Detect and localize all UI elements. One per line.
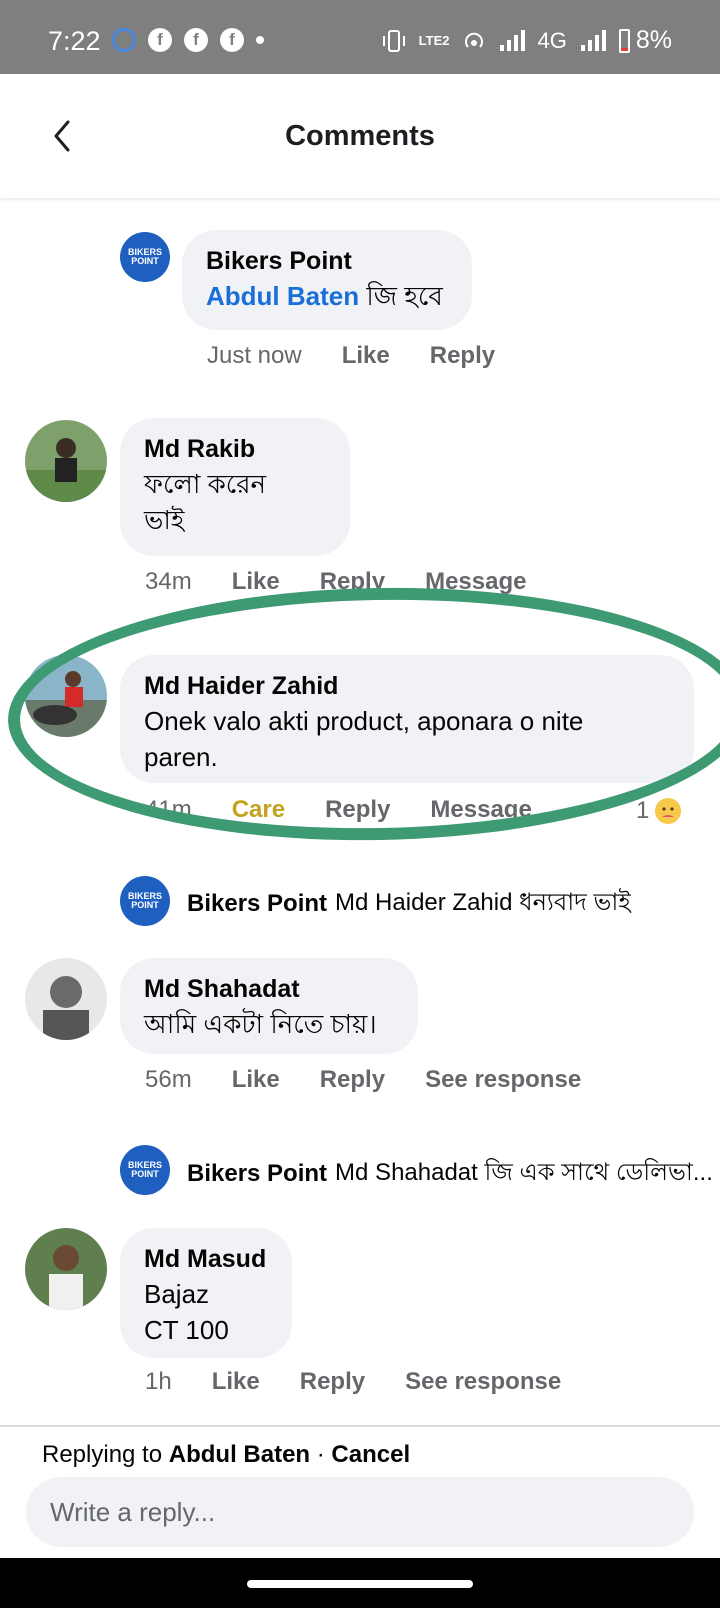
bikers-point-avatar[interactable]: BIKERS POINT [120, 876, 170, 926]
message-button[interactable]: Message [425, 568, 526, 596]
hotspot-icon [464, 32, 483, 48]
home-gesture-handle[interactable] [247, 1580, 473, 1588]
bikers-point-avatar[interactable]: BIKERS POINT [120, 1145, 170, 1195]
lte-label: LTE2 [418, 33, 450, 48]
profile-photo-icon [25, 655, 107, 737]
facebook-notification-icon: f [148, 28, 172, 52]
avatar[interactable] [25, 958, 107, 1040]
reply-button[interactable]: Reply [325, 796, 390, 824]
mention-link[interactable]: Abdul Baten [206, 281, 359, 311]
reply-composer: Replying to Abdul Baten · Cancel [0, 1425, 720, 1558]
cancel-reply-button[interactable]: Cancel [331, 1441, 410, 1468]
comment-text: আমি একটা নিতে চায়। [144, 1009, 377, 1039]
profile-photo-icon [25, 420, 107, 502]
comment-bubble[interactable]: Md Rakib ফলো করেন ভাই [120, 418, 350, 556]
like-button[interactable]: Like [232, 1066, 280, 1094]
comment-text: CT 100 [144, 1315, 229, 1345]
reply-text: Md Shahadat জি এক সাথে ডেলিভা... [335, 1159, 713, 1186]
replying-prefix: Replying to [42, 1441, 163, 1468]
comment-author[interactable]: Md Shahadat [144, 972, 394, 1006]
status-time: 7:22 [48, 26, 101, 56]
profile-photo-icon [25, 1228, 107, 1310]
signal-icon [499, 29, 525, 51]
battery-icon [618, 28, 630, 53]
sync-icon [112, 28, 136, 52]
facebook-notification-icon: f [220, 28, 244, 52]
status-bar: 7:22 f f f LTE2 4G 8% [0, 0, 720, 74]
comment-time: 1h [145, 1368, 172, 1395]
avatar[interactable] [25, 655, 107, 737]
notification-icons: f f f [112, 28, 264, 52]
care-reaction-button[interactable]: Care [232, 796, 285, 824]
care-emoji-icon [655, 798, 682, 824]
comment-author[interactable]: Md Rakib [144, 432, 326, 466]
comment-author[interactable]: Md Masud [144, 1242, 268, 1276]
comment-bubble[interactable]: Md Shahadat আমি একটা নিতে চায়। [120, 958, 418, 1054]
comment-body: জি হবে [366, 281, 443, 311]
avatar[interactable] [25, 420, 107, 502]
reply-preview[interactable]: Bikers Point Md Haider Zahid ধন্যবাদ ভাই [187, 884, 631, 924]
facebook-notification-icon: f [184, 28, 208, 52]
comment-text: Onek valo akti product, aponara o nite [144, 706, 584, 736]
reply-preview[interactable]: Bikers Point Md Shahadat জি এক সাথে ডেলি… [187, 1154, 713, 1194]
comment-actions: Just now Like Reply [207, 342, 535, 370]
reply-author[interactable]: Bikers Point [187, 890, 327, 918]
like-button[interactable]: Like [232, 568, 280, 596]
comment-time: 34m [145, 568, 192, 595]
replying-to-label: Replying to Abdul Baten · Cancel [42, 1441, 410, 1469]
comment-text: paren. [144, 742, 218, 772]
vibrate-icon [382, 29, 405, 52]
message-button[interactable]: Message [430, 796, 531, 824]
reaction-count[interactable]: 1 [636, 796, 683, 826]
comment-time: 41m [145, 796, 192, 823]
logo-text: BIKERS POINT [127, 891, 162, 910]
reply-button[interactable]: Reply [320, 1066, 385, 1094]
comment-time: 56m [145, 1066, 192, 1093]
reply-button[interactable]: Reply [320, 568, 385, 596]
system-nav-bar [0, 1558, 720, 1608]
like-button[interactable]: Like [212, 1368, 260, 1396]
app-header: Comments [0, 74, 720, 198]
comment-actions: 34m Like Reply Message [145, 568, 566, 596]
reply-button[interactable]: Reply [300, 1368, 365, 1396]
reply-button[interactable]: Reply [430, 342, 495, 370]
signal-icon-2 [580, 29, 606, 51]
more-notifications-dot-icon [256, 36, 264, 44]
comment-text: ভাই [144, 505, 185, 535]
comment-author[interactable]: Md Haider Zahid [144, 669, 670, 703]
comment-bubble[interactable]: Md Masud Bajaz CT 100 [120, 1228, 292, 1358]
replying-name: Abdul Baten [168, 1441, 311, 1468]
reply-text: Md Haider Zahid ধন্যবাদ ভাই [335, 889, 631, 916]
comment-time: Just now [207, 342, 302, 369]
status-right-icons: LTE2 4G 8% [381, 26, 672, 55]
comment-bubble[interactable]: Bikers Point Abdul Baten জি হবে [182, 230, 472, 330]
see-response-button[interactable]: See response [405, 1368, 561, 1396]
comment-actions: 41m Care Reply Message [145, 796, 572, 824]
profile-photo-icon [25, 958, 107, 1040]
see-response-button[interactable]: See response [425, 1066, 581, 1094]
comment-actions: 56m Like Reply See response [145, 1066, 621, 1094]
page-title: Comments [285, 120, 435, 152]
logo-text: BIKERS POINT [127, 247, 162, 266]
avatar[interactable] [25, 1228, 107, 1310]
network-type: 4G [537, 27, 567, 53]
bikers-point-avatar[interactable]: BIKERS POINT [120, 232, 170, 282]
like-button[interactable]: Like [342, 342, 390, 370]
logo-text: BIKERS POINT [127, 1160, 162, 1179]
comment-author[interactable]: Bikers Point [206, 244, 448, 278]
comment-text: Bajaz [144, 1279, 210, 1309]
comment-text: Abdul Baten জি হবে [206, 278, 448, 314]
reply-input[interactable] [26, 1477, 694, 1547]
reply-author[interactable]: Bikers Point [187, 1160, 327, 1188]
reaction-count-value: 1 [636, 797, 650, 824]
comment-actions: 1h Like Reply See response [145, 1368, 601, 1396]
comment-text: ফলো করেন [144, 469, 267, 499]
battery-level: 8% [635, 26, 672, 54]
battery: 8% [618, 26, 672, 55]
comment-bubble[interactable]: Md Haider Zahid Onek valo akti product, … [120, 655, 694, 783]
separator: · [316, 1441, 325, 1468]
